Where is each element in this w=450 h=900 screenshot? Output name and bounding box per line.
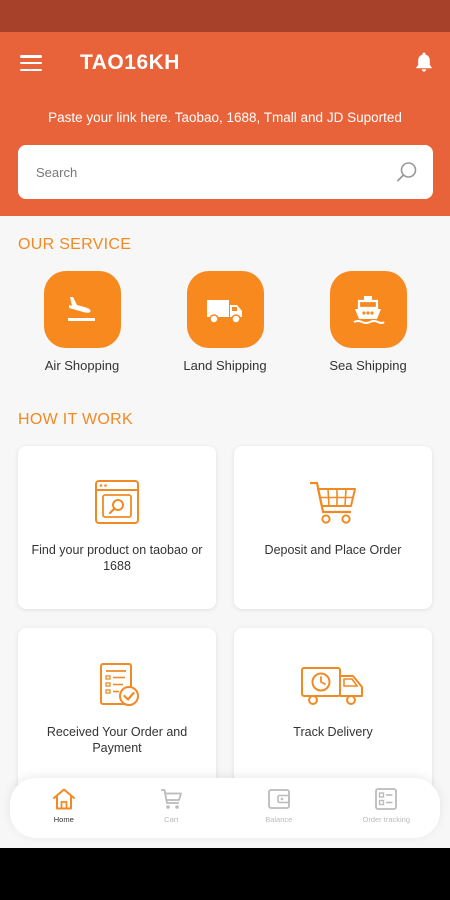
search-input[interactable]: [36, 145, 376, 199]
home-icon: [52, 788, 75, 810]
our-service-title: OUR SERVICE: [18, 236, 132, 253]
invoice-check-icon: [100, 663, 139, 706]
search-bar: [18, 145, 433, 199]
card-track-delivery[interactable]: Track Delivery: [234, 628, 432, 791]
nav-label: Order tracking: [362, 815, 411, 824]
wallet-icon: [267, 789, 290, 809]
bottom-navigation: Home Cart Balance Order tracking: [10, 778, 440, 838]
status-bar: [0, 0, 450, 32]
card-find-product[interactable]: Find your product on taobao or 1688: [18, 446, 216, 609]
hamburger-menu-icon[interactable]: [18, 52, 44, 74]
delivery-truck-clock-icon: [301, 667, 363, 705]
nav-label: Home: [53, 815, 74, 824]
sea-shipping-button[interactable]: [329, 271, 407, 348]
nav-balance[interactable]: Balance: [225, 778, 333, 838]
browser-search-icon: [95, 480, 139, 524]
card-label: Received Your Order and Payment: [46, 725, 188, 755]
bell-icon[interactable]: [412, 50, 436, 74]
nav-label: Balance: [265, 815, 293, 824]
plane-landing-icon: [68, 296, 95, 321]
nav-order-tracking[interactable]: Order tracking: [333, 778, 441, 838]
card-label: Track Delivery: [293, 725, 373, 739]
search-icon[interactable]: [395, 160, 419, 184]
system-navigation-area: [0, 848, 450, 900]
cart-icon: [310, 481, 356, 524]
land-shipping-button[interactable]: [186, 271, 264, 348]
service-label: Sea Shipping: [329, 358, 407, 373]
main-content: OUR SERVICE Air Shopping Land Shipping S…: [0, 216, 450, 848]
nav-home[interactable]: Home: [10, 778, 118, 838]
truck-icon: [207, 299, 242, 324]
service-sea-shipping[interactable]: Sea Shipping: [308, 271, 428, 373]
card-label: Find your product on taobao or 1688: [31, 543, 203, 573]
service-land-shipping[interactable]: Land Shipping: [165, 271, 285, 373]
air-shopping-button[interactable]: [43, 271, 121, 348]
nav-label: Cart: [164, 815, 179, 824]
ship-icon: [353, 295, 385, 324]
card-deposit-order[interactable]: Deposit and Place Order: [234, 446, 432, 609]
service-air-shopping[interactable]: Air Shopping: [22, 271, 142, 373]
order-list-icon: [375, 788, 398, 810]
service-label: Land Shipping: [183, 358, 267, 373]
card-label: Deposit and Place Order: [264, 543, 402, 557]
app-title: TAO16KH: [80, 51, 180, 74]
paste-link-hint: Paste your link here. Taobao, 1688, Tmal…: [48, 110, 402, 125]
card-received-order[interactable]: Received Your Order and Payment: [18, 628, 216, 791]
nav-cart[interactable]: Cart: [118, 778, 226, 838]
how-it-work-title: HOW IT WORK: [18, 411, 133, 428]
app-header: TAO16KH Paste your link here. Taobao, 16…: [0, 32, 450, 216]
cart-icon: [161, 789, 183, 809]
service-label: Air Shopping: [44, 358, 120, 373]
